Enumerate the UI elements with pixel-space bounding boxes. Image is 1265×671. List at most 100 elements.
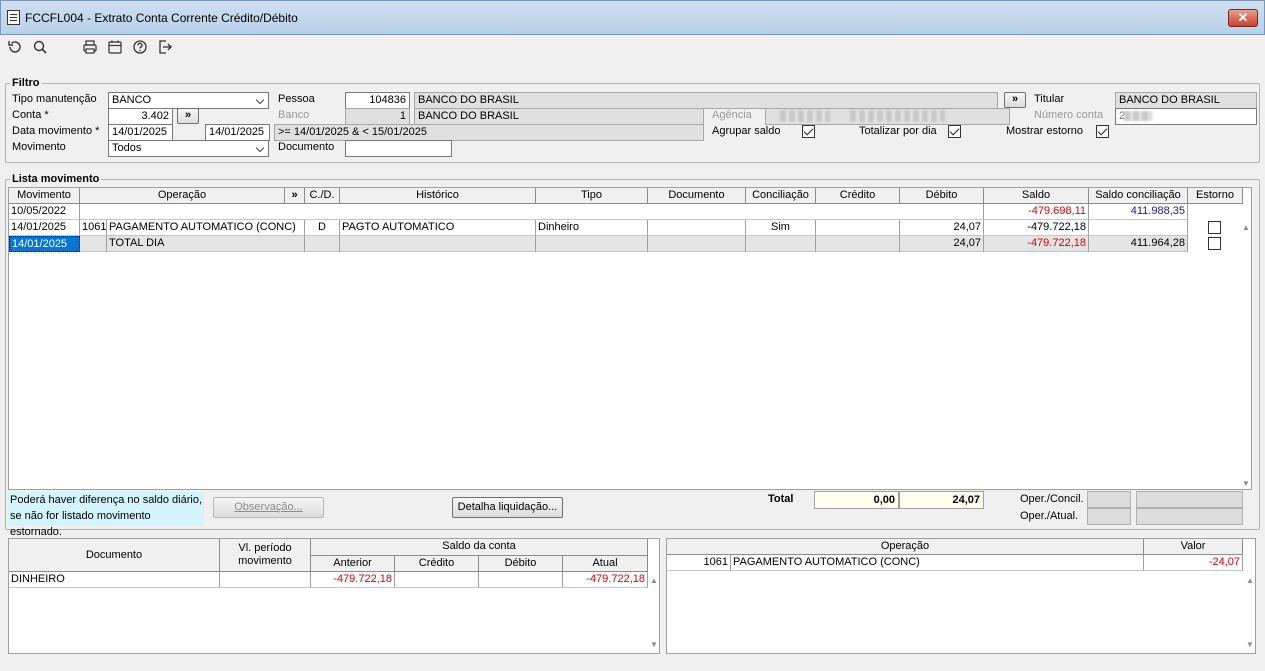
cell-movimento[interactable]: 14/01/2025 — [9, 220, 80, 236]
operacoes-table: Operação Valor 1061 PAGAMENTO AUTOMATICO… — [666, 538, 1256, 654]
cell-documento[interactable]: DINHEIRO — [9, 572, 220, 588]
window-title: FCCFL004 - Extrato Conta Corrente Crédit… — [25, 11, 298, 25]
tipo-manutencao-label: Tipo manutenção — [12, 93, 97, 105]
exit-icon[interactable] — [156, 38, 174, 56]
documento-input[interactable] — [345, 140, 452, 157]
data-de-input[interactable]: 14/01/2025 — [108, 124, 173, 141]
col-documento[interactable]: Documento — [9, 539, 220, 572]
redacted-text — [850, 110, 945, 122]
print-icon[interactable] — [81, 38, 99, 56]
col-atual[interactable]: Atual — [563, 556, 648, 572]
scroll-down-icon[interactable]: ▼ — [1245, 641, 1255, 649]
cell-operacao[interactable]: PAGAMENTO AUTOMATICO (CONC) — [731, 555, 1144, 571]
agrupar-saldo-label: Agrupar saldo — [712, 125, 781, 137]
cell-saldo: -479.722,18 — [984, 220, 1089, 236]
cell-debito: 24,07 — [900, 236, 984, 252]
cell-movimento[interactable]: 10/05/2022 — [9, 204, 80, 220]
titular-value: BANCO DO BRASIL — [1115, 92, 1257, 109]
col-conciliacao[interactable]: Conciliação — [746, 188, 816, 204]
oper-concil-field-1 — [1087, 491, 1131, 508]
col-historico[interactable]: Histórico — [340, 188, 536, 204]
toolbar — [0, 35, 1265, 61]
detalha-liquidacao-button[interactable]: Detalha liquidação... — [452, 497, 563, 518]
saldo-note: Poderá haver diferença no saldo diário, … — [8, 492, 204, 538]
col-operacao[interactable]: Operação — [667, 539, 1144, 555]
cell-credito — [816, 220, 900, 236]
data-expression: >= 14/01/2025 & < 15/01/2025 — [274, 124, 704, 141]
cell-historico: PAGTO AUTOMATICO — [340, 220, 536, 236]
col-saldo-conciliacao[interactable]: Saldo conciliação — [1089, 188, 1188, 204]
pessoa-lookup-button[interactable]: » — [1004, 92, 1026, 108]
col-operacao[interactable]: Operação — [80, 188, 285, 204]
col-anterior[interactable]: Anterior — [311, 556, 395, 572]
agrupar-saldo-checkbox[interactable] — [802, 125, 815, 138]
calendar-icon[interactable] — [106, 38, 124, 56]
estorno-checkbox[interactable] — [1208, 221, 1221, 234]
col-documento[interactable]: Documento — [648, 188, 746, 204]
conta-label: Conta * — [12, 109, 49, 121]
scroll-up-icon[interactable]: ▲ — [1241, 224, 1251, 232]
col-cd[interactable]: C./D. — [305, 188, 340, 204]
col-credito[interactable]: Crédito — [395, 556, 479, 572]
cell-movimento[interactable]: 14/01/2025 — [9, 236, 80, 252]
refresh-icon[interactable] — [6, 38, 24, 56]
observacao-button[interactable]: Observação... — [213, 497, 324, 518]
close-button[interactable]: ✕ — [1228, 9, 1258, 27]
col-movimento[interactable]: Movimento — [9, 188, 80, 204]
pessoa-label: Pessoa — [278, 93, 315, 105]
cell-documento — [648, 220, 746, 236]
col-saldo[interactable]: Saldo — [984, 188, 1089, 204]
scroll-up-icon[interactable]: ▲ — [1245, 577, 1255, 585]
mostrar-estorno-label: Mostrar estorno — [1006, 125, 1084, 137]
conta-lookup-button[interactable]: » — [177, 108, 199, 124]
cell-conciliacao — [746, 236, 816, 252]
cell-saldo-conc: 411.988,35 — [1089, 204, 1188, 220]
col-tipo[interactable]: Tipo — [536, 188, 648, 204]
cell-operacao: TOTAL DIA — [107, 236, 305, 252]
cell-operacao: PAGAMENTO AUTOMATICO (CONC) — [107, 220, 305, 236]
col-debito[interactable]: Débito — [900, 188, 984, 204]
movimento-select[interactable]: Todos — [108, 140, 269, 157]
pessoa-name: BANCO DO BRASIL — [414, 92, 998, 109]
tipo-manutencao-select[interactable]: BANCO — [108, 92, 269, 109]
documento-label: Documento — [278, 141, 335, 153]
help-icon[interactable] — [131, 38, 149, 56]
banco-name: BANCO DO BRASIL — [414, 108, 704, 125]
total-credito: 0,00 — [814, 491, 899, 509]
cell-saldo-conc: 411.964,28 — [1089, 236, 1188, 252]
cell-saldo: -479.722,18 — [984, 236, 1089, 252]
col-debito[interactable]: Débito — [479, 556, 563, 572]
col-expand[interactable]: » — [285, 188, 305, 204]
col-estorno[interactable]: Estorno — [1188, 188, 1243, 204]
data-ate-input[interactable]: 14/01/2025 — [205, 124, 270, 141]
cell-op-code[interactable]: 1061 — [667, 555, 731, 571]
cell-debito: 24,07 — [900, 220, 984, 236]
cell-conciliacao: Sim — [746, 220, 816, 236]
note-line-1: Poderá haver diferença no saldo diário, — [10, 494, 203, 506]
mostrar-estorno-checkbox[interactable] — [1096, 125, 1109, 138]
note-line-2: se não for listado movimento estornado. — [10, 510, 151, 538]
scroll-up-icon[interactable]: ▲ — [649, 577, 659, 585]
estorno-checkbox[interactable] — [1208, 237, 1221, 250]
oper-atual-label: Oper./Atual. — [1020, 510, 1079, 522]
filtro-legend: Filtro — [10, 77, 42, 89]
cell-debito — [479, 572, 563, 588]
col-vl-periodo[interactable]: Vl. período movimento — [220, 539, 311, 572]
cell-saldo: -479.698,11 — [984, 204, 1089, 220]
cell-op-code — [80, 236, 107, 252]
conta-input[interactable]: 3.402 — [108, 108, 173, 125]
col-credito[interactable]: Crédito — [816, 188, 900, 204]
total-debito: 24,07 — [899, 491, 984, 509]
totalizar-checkbox[interactable] — [948, 125, 961, 138]
cell-credito — [816, 236, 900, 252]
banco-label: Banco — [278, 109, 310, 121]
lista-legend: Lista movimento — [10, 173, 102, 185]
oper-concil-field-2 — [1136, 491, 1243, 508]
cell-credito — [395, 572, 479, 588]
document-icon — [7, 10, 20, 25]
scroll-down-icon[interactable]: ▼ — [649, 641, 659, 649]
search-icon[interactable] — [31, 38, 49, 56]
scroll-down-icon[interactable]: ▼ — [1241, 480, 1251, 488]
pessoa-code-input[interactable]: 104836 — [345, 92, 410, 109]
col-valor[interactable]: Valor — [1144, 539, 1243, 555]
